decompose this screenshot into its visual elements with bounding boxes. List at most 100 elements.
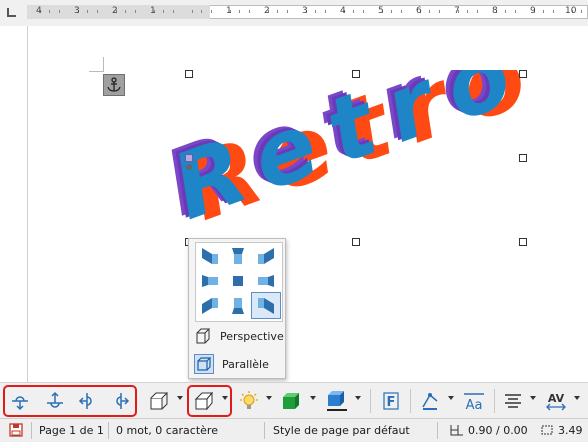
ruler-tick <box>134 10 136 13</box>
ruler-tick <box>296 8 297 10</box>
selection-handle-top-left[interactable] <box>185 70 193 78</box>
ruler-number: 3 <box>74 6 80 16</box>
ruler-tick <box>220 8 221 10</box>
ruler-ticks <box>0 0 588 26</box>
direction-center-icon[interactable] <box>224 268 252 293</box>
ruler-number: 2 <box>264 6 270 16</box>
ruler-tick <box>49 10 50 13</box>
ruler-tick <box>172 10 174 13</box>
direction-bottom-icon[interactable] <box>224 293 252 318</box>
selection-handle-bottom-right[interactable] <box>519 238 527 246</box>
direction-top-right-icon[interactable] <box>252 243 280 268</box>
ruler-number: 7 <box>454 6 460 16</box>
perspective-label: Perspective <box>220 329 284 343</box>
page-style[interactable]: Style de page par défaut <box>273 424 410 437</box>
selection-handle-right[interactable] <box>519 154 527 162</box>
surface-dropdown[interactable] <box>310 396 316 400</box>
perspective-icon <box>194 326 212 346</box>
ruler-tick <box>96 10 98 13</box>
character-spacing-icon[interactable]: Aa <box>460 386 488 416</box>
fontwork-face-text: Retro <box>160 70 525 241</box>
av-spacing-dropdown[interactable] <box>574 396 580 400</box>
av-spacing-icon[interactable]: AV <box>542 386 570 416</box>
ruler-number: 4 <box>340 6 346 16</box>
fontwork-control-point[interactable] <box>185 154 193 162</box>
direction-top-left-icon[interactable] <box>196 243 224 268</box>
toolbar-separator <box>410 389 411 413</box>
ruler-tick <box>182 8 183 10</box>
selection-handle-top-right[interactable] <box>519 70 527 78</box>
direction-bottom-left-icon[interactable] <box>196 293 224 318</box>
toolbar-separator <box>370 389 371 413</box>
direction-right-icon[interactable] <box>252 268 280 293</box>
horizontal-ruler[interactable]: 4 3 2 1 1 2 3 4 5 6 7 8 9 10 <box>0 0 588 27</box>
ruler-number: 9 <box>530 6 536 16</box>
ruler-tick <box>210 10 212 13</box>
ruler-tick <box>68 8 69 10</box>
selection-handle-top[interactable] <box>352 70 360 78</box>
svg-text:AV: AV <box>548 392 565 405</box>
depth-dropdown[interactable] <box>355 396 361 400</box>
lighting-icon[interactable] <box>236 386 262 416</box>
fontwork-icon[interactable]: F <box>378 386 404 416</box>
perspective-option[interactable]: Perspective <box>194 325 284 347</box>
status-separator <box>31 422 32 439</box>
ruler-number: 1 <box>150 6 156 16</box>
ruler-tick <box>476 10 478 13</box>
page-count[interactable]: Page 1 de 1 <box>39 424 104 437</box>
extrusion-direction-popup: Perspective Parallèle <box>188 238 286 379</box>
ruler-tick <box>258 8 259 10</box>
ruler-tick <box>201 10 202 13</box>
direction-grid <box>195 242 283 322</box>
extrusion-toggle-icon[interactable] <box>146 386 172 416</box>
ruler-tick <box>163 10 164 13</box>
save-status-icon[interactable] <box>9 423 23 437</box>
ruler-tick <box>87 10 88 13</box>
ruler-tick <box>372 8 373 10</box>
ruler-tick <box>324 10 326 13</box>
ruler-tick <box>438 10 440 13</box>
toolbar-separator <box>494 389 495 413</box>
ruler-tick <box>505 10 506 13</box>
status-separator <box>108 422 109 439</box>
ruler-number: 1 <box>226 6 232 16</box>
direction-top-icon[interactable] <box>224 243 252 268</box>
fontwork-retro-object[interactable]: Retro Retro Retro Retro <box>150 70 550 250</box>
status-bar: Page 1 de 1 0 mot, 0 caractère Style de … <box>0 418 588 442</box>
ruler-number: 4 <box>36 6 42 16</box>
ruler-tick <box>334 8 335 10</box>
ruler-tick <box>562 8 563 10</box>
ruler-tick <box>543 10 544 13</box>
ruler-tick <box>125 10 126 13</box>
direction-button-highlight <box>187 385 232 417</box>
ruler-tick <box>239 10 240 13</box>
ruler-tick <box>30 8 31 10</box>
alignment-dropdown[interactable] <box>530 396 536 400</box>
line-color-icon[interactable] <box>417 386 443 416</box>
line-color-dropdown[interactable] <box>448 396 454 400</box>
parallel-label: Parallèle <box>222 357 269 371</box>
status-separator <box>437 422 438 439</box>
depth-icon[interactable] <box>322 386 352 416</box>
selection-handle-bottom[interactable] <box>352 238 360 246</box>
ruler-tick <box>429 10 430 13</box>
word-count[interactable]: 0 mot, 0 caractère <box>116 424 218 437</box>
status-separator <box>264 422 265 439</box>
ruler-tick <box>286 10 288 13</box>
3d-settings-toolbar: F Aa AV <box>0 382 588 419</box>
ruler-tick <box>486 8 487 10</box>
alignment-icon[interactable] <box>500 386 526 416</box>
ruler-tick <box>467 10 468 13</box>
svg-text:F: F <box>387 395 396 410</box>
extrusion-toggle-dropdown[interactable] <box>177 396 183 400</box>
rotation-point[interactable] <box>186 164 192 170</box>
anchor-icon[interactable] <box>103 74 125 96</box>
parallel-option[interactable]: Parallèle <box>194 353 282 375</box>
surface-icon[interactable] <box>278 386 304 416</box>
lighting-dropdown[interactable] <box>266 396 272 400</box>
ruler-tick <box>353 10 354 13</box>
direction-bottom-right-icon[interactable] <box>251 292 281 319</box>
ruler-number: 6 <box>416 6 422 16</box>
tilt-buttons-highlight <box>3 385 137 417</box>
direction-left-icon[interactable] <box>196 268 224 293</box>
